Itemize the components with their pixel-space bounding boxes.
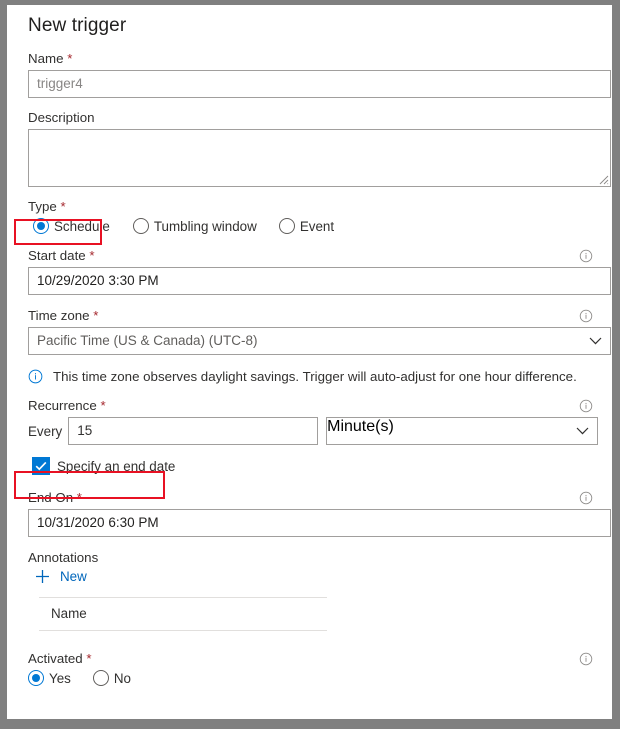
info-icon[interactable] (579, 491, 593, 505)
info-icon (28, 369, 43, 384)
time-zone-dropdown[interactable]: Pacific Time (US & Canada) (UTC-8) (28, 327, 611, 355)
end-on-input[interactable]: 10/31/2020 6:30 PM (28, 509, 611, 537)
type-radio-schedule-label: Schedule (54, 218, 110, 234)
radio-dot-icon (132, 218, 149, 234)
start-date-input[interactable]: 10/29/2020 3:30 PM (28, 267, 611, 295)
name-input[interactable]: trigger4 (28, 70, 611, 98)
description-field-group: Description (28, 110, 611, 187)
required-asterisk: * (76, 490, 82, 505)
activated-radio-yes-label: Yes (49, 670, 71, 686)
type-radio-tumbling-window[interactable]: Tumbling window (132, 218, 257, 234)
required-asterisk: * (86, 651, 92, 666)
info-icon[interactable] (579, 652, 593, 666)
activated-field-group: Activated * Yes No (28, 651, 598, 686)
radio-dot-icon (92, 670, 109, 686)
type-radio-event-label: Event (299, 218, 335, 234)
type-radio-event[interactable]: Event (278, 218, 335, 234)
description-textarea[interactable] (28, 129, 611, 187)
description-label: Description (28, 110, 95, 125)
start-date-field-group: Start date * 10/29/2020 3:30 PM (28, 248, 611, 295)
time-zone-value: Pacific Time (US & Canada) (UTC-8) (37, 333, 258, 348)
activated-radio-no[interactable]: No (92, 670, 131, 686)
annotations-column-header-name: Name (51, 606, 87, 621)
page-title: New trigger (28, 15, 127, 36)
activated-radio-no-label: No (113, 670, 131, 686)
info-icon[interactable] (579, 399, 593, 413)
radio-dot-icon (278, 218, 295, 234)
recurrence-field-group: Recurrence * Every 15 Minute(s) (28, 398, 598, 445)
activated-label: Activated * (28, 651, 92, 666)
type-radio-tumbling-window-label: Tumbling window (153, 218, 257, 234)
type-radio-group: Schedule Tumbling window Event (28, 218, 598, 234)
required-asterisk: * (100, 398, 106, 413)
activated-radio-group: Yes No (28, 670, 598, 686)
checkmark-icon (35, 461, 47, 471)
activated-radio-yes[interactable]: Yes (28, 670, 71, 686)
chevron-down-icon (576, 427, 589, 435)
recurrence-unit-value: Minute(s) (327, 418, 394, 435)
name-label: Name * (28, 51, 73, 66)
type-field-group: Type * Schedule Tumbling window Event (28, 199, 598, 234)
required-asterisk: * (93, 308, 99, 323)
recurrence-label: Recurrence * (28, 398, 106, 413)
daylight-savings-message: This time zone observes daylight savings… (28, 369, 598, 384)
radio-dot-icon (28, 670, 44, 686)
add-annotation-label: New (60, 569, 87, 584)
annotations-divider-bottom (39, 630, 327, 631)
plus-icon (36, 570, 49, 583)
every-label: Every (28, 423, 63, 439)
type-radio-schedule[interactable]: Schedule (33, 218, 110, 234)
time-zone-field-group: Time zone * Pacific Time (US & Canada) (… (28, 308, 611, 355)
resize-handle-icon[interactable] (598, 174, 609, 185)
checkbox-box (32, 457, 50, 475)
new-trigger-panel: New trigger Name * trigger4 Description … (7, 5, 612, 719)
recurrence-interval-input[interactable]: 15 (68, 417, 319, 445)
recurrence-unit-dropdown[interactable]: Minute(s) (326, 417, 598, 445)
specify-end-date-label: Specify an end date (57, 458, 176, 474)
required-asterisk: * (60, 199, 66, 214)
info-icon[interactable] (579, 249, 593, 263)
radio-dot-icon (33, 218, 49, 234)
name-field-group: Name * trigger4 (28, 51, 611, 98)
end-on-field-group: End On * 10/31/2020 6:30 PM (28, 490, 611, 537)
end-on-label: End On * (28, 490, 82, 505)
specify-end-date-checkbox[interactable]: Specify an end date (32, 457, 598, 475)
required-asterisk: * (67, 51, 73, 66)
time-zone-label: Time zone * (28, 308, 99, 323)
start-date-label: Start date * (28, 248, 95, 263)
daylight-savings-text: This time zone observes daylight savings… (53, 369, 577, 384)
recurrence-row: Every 15 Minute(s) (28, 417, 598, 445)
required-asterisk: * (89, 248, 95, 263)
annotations-label: Annotations (28, 550, 99, 565)
chevron-down-icon (589, 337, 602, 345)
add-annotation-button[interactable]: New (35, 569, 87, 584)
type-label: Type * (28, 199, 66, 214)
annotations-section: Annotations (28, 550, 598, 565)
info-icon[interactable] (579, 309, 593, 323)
